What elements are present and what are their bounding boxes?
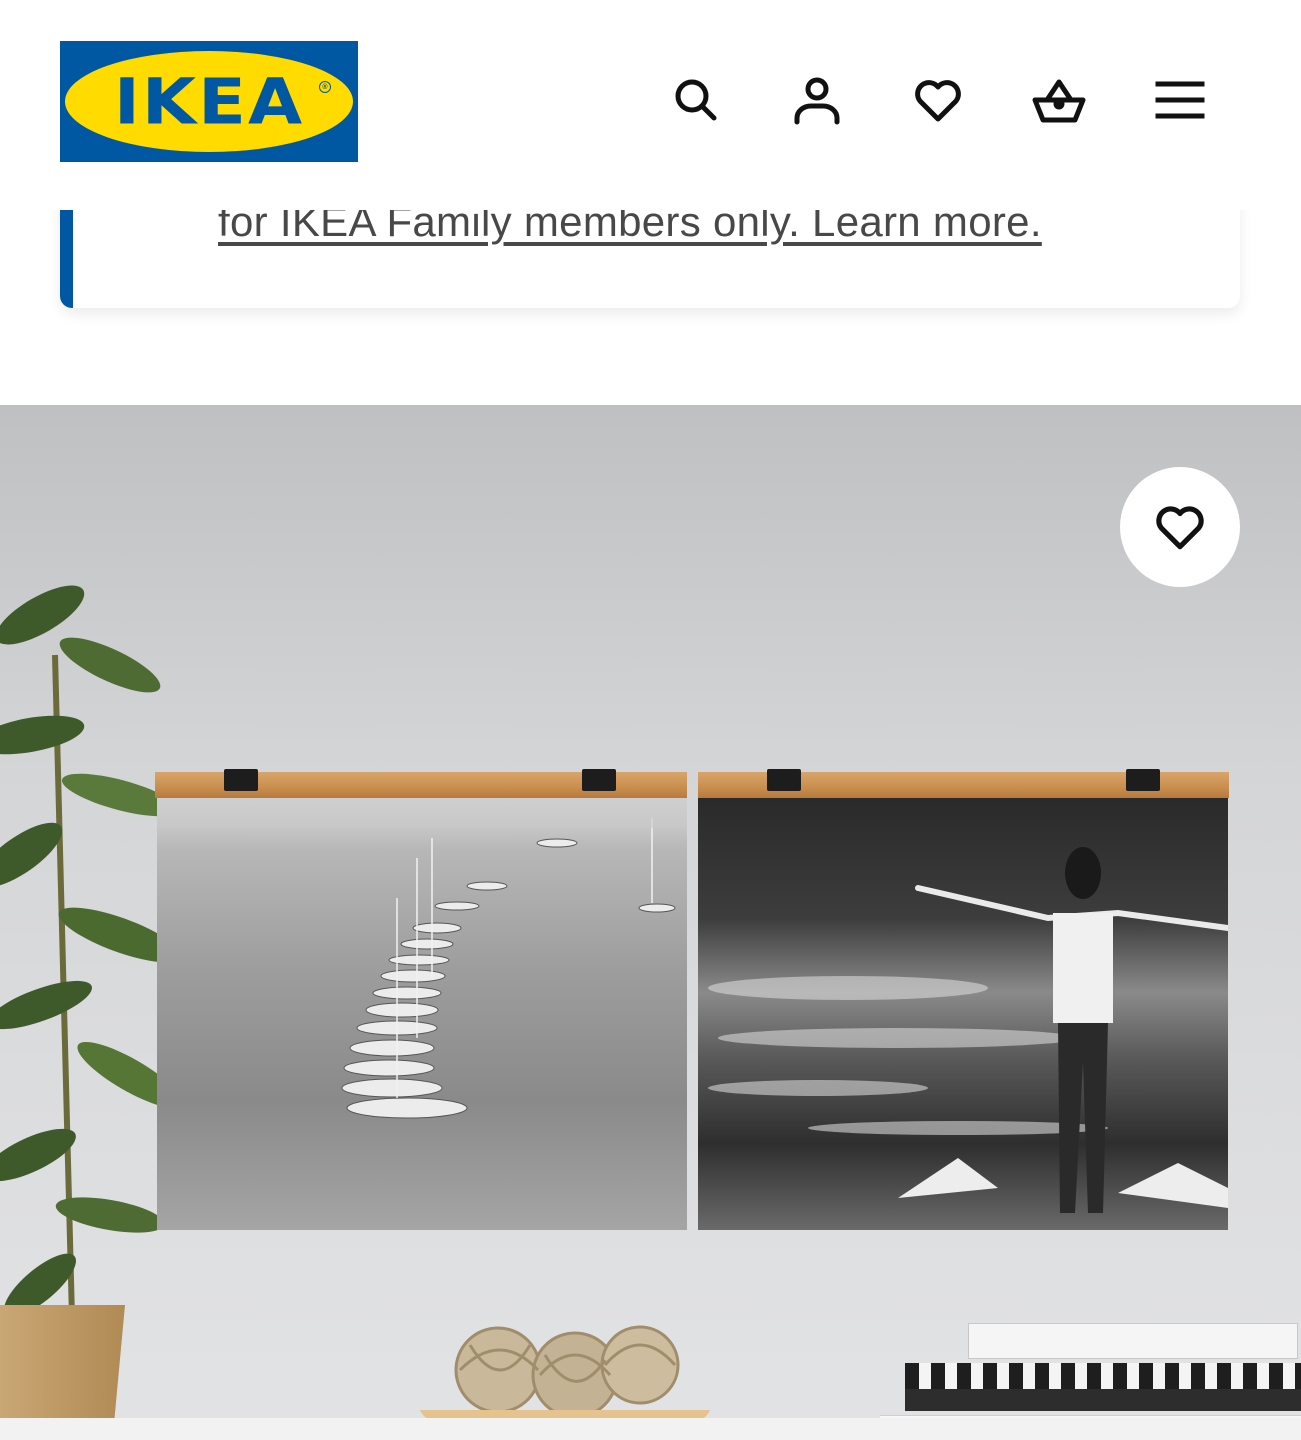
poster-harbour-boats — [157, 798, 687, 1230]
hanger-clip — [224, 769, 258, 791]
book-dark — [905, 1389, 1301, 1411]
poster-person-by-water — [698, 798, 1228, 1230]
product-image[interactable] — [0, 405, 1301, 1440]
registered-mark: ® — [319, 81, 331, 93]
add-to-favourites-button[interactable] — [1120, 467, 1240, 587]
search-icon[interactable] — [666, 70, 726, 130]
sideboard-top — [0, 1418, 1301, 1440]
cart-icon[interactable] — [1029, 70, 1089, 130]
hanger-clip — [767, 769, 801, 791]
site-header: IKEA ® — [0, 0, 1301, 210]
menu-icon[interactable] — [1150, 70, 1210, 130]
favourites-icon[interactable] — [908, 70, 968, 130]
book-top — [968, 1323, 1298, 1359]
logo-oval: IKEA ® — [65, 51, 353, 152]
ikea-logo[interactable]: IKEA ® — [60, 41, 358, 162]
hanger-clip — [582, 769, 616, 791]
logo-text: IKEA — [113, 64, 305, 139]
book-striped — [905, 1363, 1301, 1389]
account-icon[interactable] — [787, 70, 847, 130]
heart-outline-icon — [1156, 506, 1204, 550]
hanger-clip — [1126, 769, 1160, 791]
